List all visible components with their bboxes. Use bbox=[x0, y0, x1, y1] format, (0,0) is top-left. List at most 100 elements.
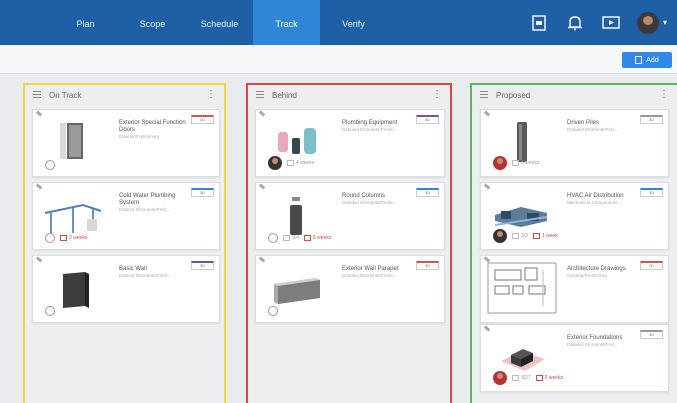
card-footer bbox=[45, 160, 55, 170]
unassigned-person-icon[interactable] bbox=[268, 306, 278, 316]
tab-plan[interactable]: Plan bbox=[52, 0, 119, 45]
tab-schedule[interactable]: Schedule bbox=[186, 0, 253, 45]
tab-track[interactable]: Track bbox=[253, 0, 320, 45]
card-footer: 3/27 2 weeks bbox=[493, 371, 563, 385]
task-card[interactable]: Exterior Wall Parapet Detailed Elements/… bbox=[255, 255, 445, 323]
more-menu-icon[interactable]: ⋮ bbox=[659, 89, 669, 100]
pin-icon[interactable] bbox=[35, 110, 43, 117]
card-subtitle: General/Preliminary bbox=[567, 273, 608, 278]
card-title: Exterior Wall Parapet bbox=[342, 266, 399, 272]
pin-icon[interactable] bbox=[258, 256, 266, 263]
column-title: Proposed bbox=[496, 91, 531, 100]
calendar-icon bbox=[535, 375, 543, 381]
tab-verify[interactable]: Verify bbox=[320, 0, 387, 45]
due-date-chip: 2 weeks bbox=[60, 235, 87, 241]
pin-icon[interactable] bbox=[35, 183, 43, 190]
task-card[interactable]: Architecture Drawings General/Preliminar… bbox=[480, 255, 669, 323]
user-avatar[interactable] bbox=[636, 11, 659, 34]
due-date-chip: 4 weeks bbox=[287, 160, 314, 166]
card-title: Plumbing Equipment bbox=[342, 120, 398, 126]
card-subtitle: Detailed Elements/Prelim... bbox=[342, 273, 398, 278]
card-subtitle: Mechanical Components... bbox=[567, 200, 622, 205]
unassigned-person-icon[interactable] bbox=[268, 233, 278, 243]
card-title: Architecture Drawings bbox=[567, 266, 626, 272]
drawing-thumbnail bbox=[487, 262, 557, 314]
column-title: Behind bbox=[272, 91, 297, 100]
assignee-avatar[interactable] bbox=[268, 156, 282, 170]
task-card[interactable]: Basic Wall Exterior Elements/Prelir... 3… bbox=[32, 255, 220, 323]
task-card[interactable]: Exterior Foundations Detailed Elements/P… bbox=[480, 324, 669, 392]
pin-icon[interactable] bbox=[483, 325, 491, 332]
model-type-badge: 3D bbox=[191, 188, 214, 197]
card-title: Exterior Foundations bbox=[567, 335, 623, 341]
column-behind: Behind ⋮ Plumbing Equipment Detailed Ele… bbox=[246, 83, 452, 403]
assignee-avatar[interactable] bbox=[493, 229, 507, 243]
task-card[interactable]: Cold Water Plumbing System Exterior Elem… bbox=[32, 182, 220, 250]
card-title: Cold Water Plumbing System bbox=[119, 193, 176, 206]
model-type-badge: 3D bbox=[416, 261, 439, 270]
task-card[interactable]: Exterior Special Function Doors Exterior… bbox=[32, 109, 220, 177]
task-card[interactable]: Plumbing Equipment Detailed Elements/Pre… bbox=[255, 109, 445, 177]
model-type-badge: 3D bbox=[191, 115, 214, 124]
assignee-avatar[interactable] bbox=[493, 156, 507, 170]
checklist-chip: 3/4 bbox=[283, 235, 299, 241]
document-icon[interactable] bbox=[529, 13, 549, 33]
due-date-text: 2 weeks bbox=[544, 375, 564, 381]
unassigned-person-icon[interactable] bbox=[45, 233, 55, 243]
task-card[interactable]: Driven Piles Detailed Elements/Prel... 3… bbox=[480, 109, 669, 177]
due-date-chip: 6 weeks bbox=[512, 160, 539, 166]
model-type-badge: 3D bbox=[640, 115, 663, 124]
drag-handle-icon[interactable] bbox=[33, 91, 41, 92]
card-subtitle: Detailed Elements/Prel... bbox=[567, 127, 618, 132]
assignee-avatar[interactable] bbox=[493, 371, 507, 385]
due-date-text: 1 week bbox=[541, 233, 558, 239]
pin-icon[interactable] bbox=[258, 183, 266, 190]
pin-icon[interactable] bbox=[483, 110, 491, 117]
more-menu-icon[interactable]: ⋮ bbox=[206, 89, 216, 100]
checklist-count: 3/3 bbox=[521, 233, 528, 239]
unassigned-person-icon[interactable] bbox=[45, 306, 55, 316]
card-subtitle: Exterior/Preliminary bbox=[119, 134, 160, 139]
card-footer: 4 weeks bbox=[268, 156, 314, 170]
pin-icon[interactable] bbox=[258, 110, 266, 117]
bell-icon[interactable] bbox=[565, 13, 585, 33]
card-footer: 3/4 6 weeks bbox=[268, 233, 331, 243]
more-menu-icon[interactable]: ⋮ bbox=[432, 89, 442, 100]
pin-icon[interactable] bbox=[35, 256, 43, 263]
calendar-icon bbox=[512, 160, 519, 166]
add-button-label: Add bbox=[646, 56, 659, 64]
card-title: Round Columns bbox=[342, 193, 386, 199]
header-actions: ▾ bbox=[529, 0, 677, 45]
card-subtitle: Detailed Elements/Prelim... bbox=[342, 200, 398, 205]
card-subtitle: Exterior Elements/Prelir... bbox=[119, 273, 171, 278]
column-header: Proposed ⋮ bbox=[472, 85, 677, 107]
column-header: On Track ⋮ bbox=[25, 85, 224, 107]
main-tabs: Plan Scope Schedule Track Verify bbox=[52, 0, 387, 45]
top-navigation-bar: Plan Scope Schedule Track Verify ▾ bbox=[0, 0, 677, 45]
task-card[interactable]: Round Columns Detailed Elements/Prelim..… bbox=[255, 182, 445, 250]
model-type-badge: 3D bbox=[640, 330, 663, 339]
model-type-badge: 3D bbox=[416, 188, 439, 197]
pin-icon[interactable] bbox=[483, 183, 491, 190]
due-date-text: 2 weeks bbox=[69, 235, 88, 241]
model-type-badge: 2D bbox=[640, 261, 663, 270]
card-footer: 2 weeks bbox=[45, 233, 87, 243]
due-date-text: 6 weeks bbox=[521, 160, 540, 166]
card-title: HVAC Air Distribution bbox=[567, 193, 624, 199]
drag-handle-icon[interactable] bbox=[480, 91, 488, 92]
board-toolbar: Add bbox=[0, 45, 677, 74]
due-date-chip: 2 weeks bbox=[535, 375, 564, 381]
drag-handle-icon[interactable] bbox=[256, 91, 264, 92]
unassigned-person-icon[interactable] bbox=[45, 160, 55, 170]
column-proposed: Proposed ⋮ Driven Piles Detailed Element… bbox=[470, 83, 677, 403]
card-title: Exterior Special Function Doors bbox=[119, 120, 186, 133]
card-footer bbox=[45, 306, 55, 316]
card-footer: 6 weeks bbox=[493, 156, 539, 170]
task-card[interactable]: HVAC Air Distribution Mechanical Compone… bbox=[480, 182, 669, 250]
presentation-icon[interactable] bbox=[601, 13, 621, 33]
checklist-icon bbox=[512, 375, 519, 381]
add-document-icon bbox=[635, 56, 643, 64]
tab-scope[interactable]: Scope bbox=[119, 0, 186, 45]
chevron-down-icon[interactable]: ▾ bbox=[663, 18, 667, 27]
add-button[interactable]: Add bbox=[622, 52, 672, 68]
